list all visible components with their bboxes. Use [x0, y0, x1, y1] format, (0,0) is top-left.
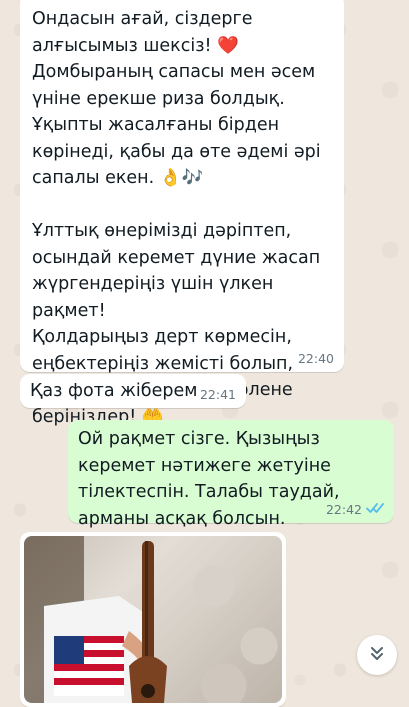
outgoing-message-bubble[interactable]: Ой рақмет сізге. Қызыңыз керемет нәтижег… — [68, 420, 394, 529]
incoming-photo-message[interactable] — [20, 532, 286, 707]
message-time: 22:42 — [325, 502, 362, 517]
chevrons-down-icon — [368, 644, 386, 666]
message-time: 22:40 — [297, 351, 334, 366]
message-meta: 22:41 — [200, 387, 236, 402]
incoming-message-bubble[interactable]: Ондасын ағай, сіздерге алғысымыз шексіз!… — [20, 0, 344, 427]
message-meta: 22:40 — [298, 351, 334, 366]
photo-thumbnail[interactable] — [24, 536, 282, 703]
message-meta: 22:42 — [326, 502, 384, 517]
scroll-to-bottom-button[interactable] — [357, 635, 397, 675]
message-time: 22:41 — [199, 387, 236, 402]
double-check-read-icon — [366, 502, 384, 517]
incoming-message-bubble[interactable]: Қаз фота жіберем 22:41 — [20, 374, 246, 408]
message-text: Ондасын ағай, сіздерге алғысымыз шексіз!… — [32, 9, 321, 427]
